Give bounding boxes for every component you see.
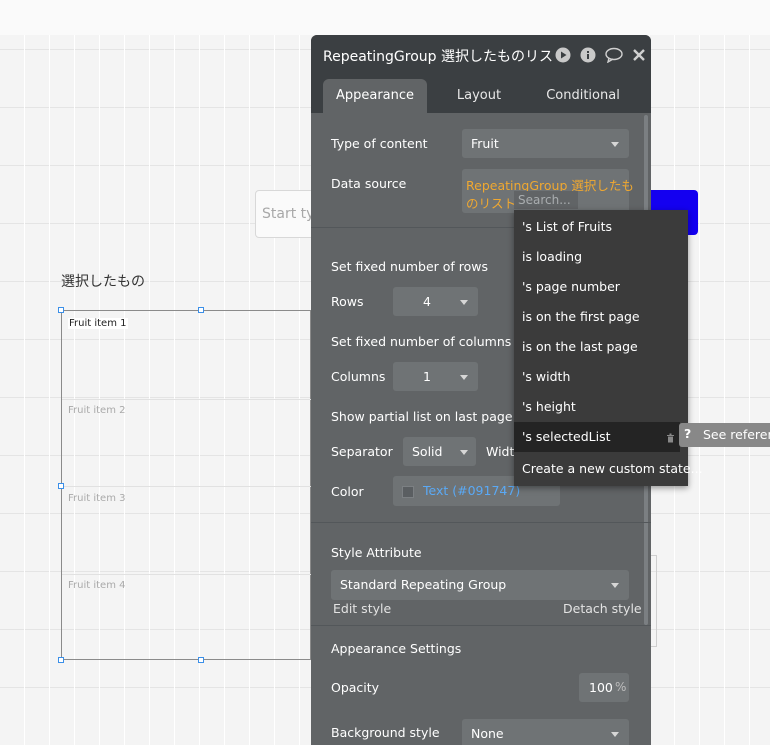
partial-list-label[interactable]: Show partial list on last page if ne (331, 409, 544, 424)
panel-header: RepeatingGroup 選択したものリス (311, 35, 651, 75)
background-style-value: None (471, 726, 504, 741)
dropdown-option[interactable]: 's width (514, 362, 688, 392)
rows-label: Rows (331, 294, 364, 309)
style-value: Standard Repeating Group (340, 577, 507, 592)
type-of-content-label: Type of content (331, 136, 428, 151)
comment-icon[interactable] (604, 47, 624, 63)
panel-tabs: Appearance Layout Conditional (311, 75, 651, 113)
resize-handle-bottom-left[interactable] (58, 657, 64, 663)
data-source-label: Data source (331, 176, 407, 191)
opacity-input[interactable]: 100 % (579, 673, 629, 702)
question-icon: ? (684, 426, 692, 441)
style-dropdown[interactable]: Standard Repeating Group (331, 570, 629, 600)
chevron-down-icon (611, 732, 619, 737)
rg-cell-2[interactable]: Fruit item 2 (62, 399, 312, 487)
style-attribute-label: Style Attribute (331, 545, 422, 560)
tab-conditional[interactable]: Conditional (533, 79, 633, 113)
color-value: Text (#091747) (423, 483, 521, 498)
appearance-settings-label: Appearance Settings (331, 641, 462, 656)
dropdown-option[interactable]: 's page number (514, 272, 688, 302)
section-divider (311, 522, 651, 523)
rg-cell-1[interactable]: Fruit item 1 (62, 311, 312, 400)
see-reference-tooltip[interactable]: ? See referenc (679, 423, 770, 447)
tab-layout[interactable]: Layout (439, 79, 519, 113)
opacity-unit: % (615, 680, 627, 694)
repeating-group[interactable]: Fruit item 1 Fruit item 2 Fruit item 3 F… (58, 307, 312, 663)
resize-handle-left[interactable] (58, 483, 64, 489)
chevron-down-icon (460, 450, 468, 455)
color-swatch-icon (402, 486, 414, 498)
info-icon[interactable] (580, 47, 596, 63)
background-style-label: Background style (331, 725, 440, 740)
columns-dropdown[interactable]: 1 (393, 362, 478, 391)
editor-top-area (0, 0, 770, 35)
chevron-down-icon (460, 300, 468, 305)
panel-title: RepeatingGroup 選択したものリス (323, 49, 554, 65)
dropdown-option[interactable]: is on the first page (514, 302, 688, 332)
opacity-value: 100 (589, 680, 613, 695)
preview-play-icon[interactable] (555, 47, 571, 63)
rows-value: 4 (423, 294, 431, 309)
separator-label: Separator (331, 444, 393, 459)
fixed-columns-label[interactable]: Set fixed number of columns (331, 334, 511, 349)
dropdown-option[interactable]: 's List of Fruits (514, 212, 688, 242)
resize-handle-bottom[interactable] (198, 657, 204, 663)
separator-value: Solid (412, 444, 443, 459)
rg-cell-label: Fruit item 2 (68, 405, 126, 416)
rows-dropdown[interactable]: 4 (393, 287, 478, 316)
dropdown-option[interactable]: 's height (514, 392, 688, 422)
rg-cell-label: Fruit item 3 (68, 493, 126, 504)
expression-dropdown-menu: 's List of Fruits is loading 's page num… (514, 210, 703, 486)
create-custom-state-option[interactable]: Create a new custom state... (514, 454, 703, 484)
trash-icon[interactable] (666, 422, 675, 452)
columns-label: Columns (331, 369, 386, 384)
see-reference-label: See referenc (703, 427, 770, 442)
columns-value: 1 (423, 369, 431, 384)
detach-style-link[interactable]: Detach style (563, 601, 642, 616)
rg-cell-4[interactable]: Fruit item 4 (62, 574, 312, 659)
data-source-value-line2: のリスト (466, 196, 517, 211)
resize-handle-top-left[interactable] (58, 307, 64, 313)
dropdown-option-selected[interactable]: 's selectedList (514, 422, 680, 452)
dropdown-option[interactable]: is loading (514, 242, 688, 272)
type-of-content-dropdown[interactable]: Fruit (462, 129, 629, 158)
background-style-dropdown[interactable]: None (462, 719, 629, 745)
separator-dropdown[interactable]: Solid (403, 437, 476, 466)
type-of-content-value: Fruit (471, 136, 499, 151)
edit-style-link[interactable]: Edit style (333, 601, 391, 616)
section-divider (311, 625, 651, 626)
resize-handle-top[interactable] (198, 307, 204, 313)
chevron-down-icon (611, 583, 619, 588)
opacity-label: Opacity (331, 680, 380, 695)
fixed-rows-label[interactable]: Set fixed number of rows (331, 259, 488, 274)
close-icon[interactable] (631, 47, 647, 63)
data-source-search-input[interactable]: Search... (514, 191, 578, 209)
chevron-down-icon (460, 375, 468, 380)
tab-appearance[interactable]: Appearance (323, 79, 427, 113)
chevron-down-icon (611, 142, 619, 147)
color-label: Color (331, 484, 364, 499)
rg-cell-label: Fruit item 1 (68, 318, 128, 329)
rg-cell-3[interactable]: Fruit item 3 (62, 486, 312, 575)
rg-cell-label: Fruit item 4 (68, 580, 126, 591)
group-title-text[interactable]: 選択したもの (61, 271, 145, 291)
dropdown-option[interactable]: is on the last page (514, 332, 688, 362)
data-source-expression[interactable]: RepeatingGroup 選択したも のリスト Search... (462, 169, 634, 213)
